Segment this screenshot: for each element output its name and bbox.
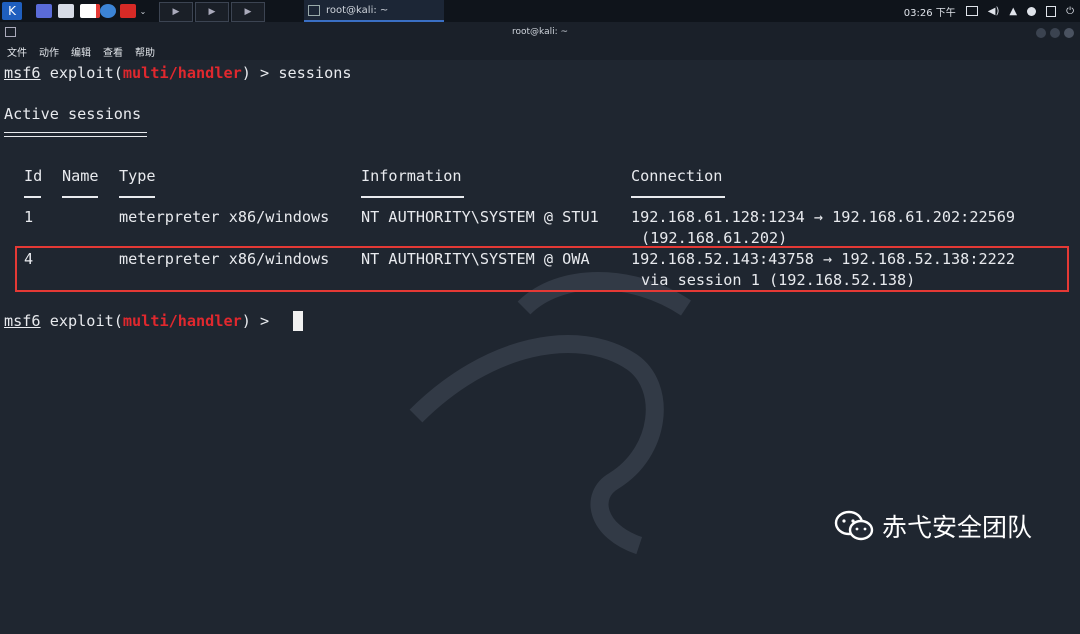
kali-menu-icon[interactable]: K [2, 2, 22, 20]
prompt-exploit: exploit( [49, 312, 123, 330]
menu-action[interactable]: 动作 [39, 44, 59, 59]
prompt-module: multi/handler [122, 64, 242, 82]
menu-view[interactable]: 查看 [103, 44, 123, 59]
window-titlebar[interactable]: root@kali: ~ [0, 22, 1080, 42]
session-connection-detail: (192.168.61.202) [641, 229, 788, 247]
system-tray: 03:26 下午 ◀) ▲ ⏻ [904, 0, 1074, 22]
menu-bar: 文件 动作 编辑 查看 帮助 [0, 42, 1080, 60]
prompt-user: msf6 [4, 312, 41, 330]
menu-help[interactable]: 帮助 [135, 44, 155, 59]
update-icon[interactable] [1027, 6, 1037, 16]
display-icon[interactable] [965, 6, 978, 16]
prompt-line-2: msf6 exploit(multi/handler) > [4, 312, 269, 330]
prompt-line-1: msf6 exploit(multi/handler) > sessions [4, 64, 352, 82]
menu-file[interactable]: 文件 [7, 44, 27, 59]
header-divider [631, 196, 725, 198]
command-text: sessions [269, 64, 352, 82]
header-information: Information [361, 167, 462, 185]
header-divider [24, 196, 41, 198]
workspace-1-icon[interactable]: ▶ [159, 2, 193, 22]
close-button[interactable] [1064, 28, 1074, 38]
menu-edit[interactable]: 编辑 [71, 44, 91, 59]
file-manager-icon[interactable] [58, 4, 74, 18]
header-type: Type [119, 167, 156, 185]
terminal-icon [308, 4, 320, 16]
workspace-2-icon[interactable]: ▶ [195, 2, 229, 22]
task-terminal[interactable]: root@kali: ~ [304, 0, 444, 22]
session-connection-detail: via session 1 (192.168.52.138) [641, 271, 916, 289]
prompt-close: ) > [241, 312, 270, 330]
prompt-module: multi/handler [122, 312, 242, 330]
terminal-icon: ▶ [244, 7, 252, 17]
workspace-3-icon[interactable]: ▶ [231, 2, 265, 22]
session-type: meterpreter x86/windows [119, 250, 330, 268]
chevron-down-icon[interactable]: ⌄ [138, 2, 148, 20]
terminal-icon: ▶ [172, 7, 180, 17]
title-underline [4, 132, 147, 133]
browser-icon[interactable] [100, 4, 116, 18]
text-editor-icon[interactable] [80, 4, 100, 18]
volume-icon[interactable]: ◀) [988, 6, 1000, 17]
session-connection: 192.168.52.143:43758 → 192.168.52.138:22… [631, 250, 1016, 268]
session-id: 1 [24, 208, 34, 226]
header-divider [119, 196, 155, 198]
prompt-close: ) > [241, 64, 270, 82]
header-connection: Connection [631, 167, 723, 185]
header-name: Name [62, 167, 99, 185]
bell-icon[interactable]: ▲ [1009, 6, 1017, 17]
app-icon[interactable] [120, 4, 136, 18]
session-id: 4 [24, 250, 34, 268]
prompt-exploit: exploit( [49, 64, 123, 82]
header-divider [62, 196, 98, 198]
prompt-user: msf6 [4, 64, 41, 82]
watermark: 赤弋安全团队 [834, 508, 1032, 544]
session-information: NT AUTHORITY\SYSTEM @ OWA [361, 250, 590, 268]
logout-icon[interactable]: ⏻ [1066, 6, 1074, 17]
section-title: Active sessions [4, 105, 142, 123]
title-underline [4, 136, 147, 137]
desktop-icon[interactable] [36, 4, 52, 18]
text-cursor [293, 311, 303, 331]
header-divider [361, 196, 464, 198]
terminal-area[interactable]: msf6 exploit(multi/handler) > sessions A… [0, 60, 1080, 634]
session-connection: 192.168.61.128:1234 → 192.168.61.202:225… [631, 208, 1016, 226]
lock-icon[interactable] [1046, 5, 1057, 17]
session-information: NT AUTHORITY\SYSTEM @ STU1 [361, 208, 599, 226]
window-title: root@kali: ~ [511, 27, 569, 37]
session-type: meterpreter x86/windows [119, 208, 330, 226]
taskbar: K ⌄ ▶ ▶ ▶ root@kali: ~ 03:26 下午 ◀) ▲ ⏻ [0, 0, 1080, 22]
wechat-icon [834, 510, 874, 541]
maximize-button[interactable] [1050, 28, 1060, 38]
minimize-button[interactable] [1036, 28, 1046, 38]
task-label: root@kali: ~ [326, 4, 389, 16]
header-id: Id [24, 167, 43, 185]
watermark-text: 赤弋安全团队 [882, 513, 1033, 542]
terminal-icon: ▶ [208, 7, 216, 17]
clock[interactable]: 03:26 下午 [904, 4, 956, 19]
